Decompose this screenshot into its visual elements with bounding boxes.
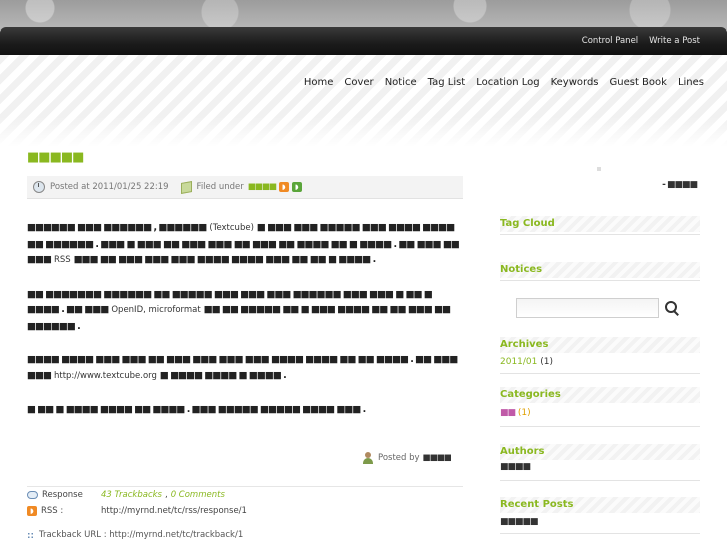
paragraph-text: RSS [53,255,71,265]
rss-row: ◗ RSS : http://myrnd.net/tc/rss/response… [27,503,463,519]
rss-icon: ◗ [27,506,37,516]
post-paragraph: ■■ ■■■■■■■ ■■■■■■ ■■ ■■■■■ ■■■ ■■■ ■■■ ■… [27,287,463,335]
rss-label: RSS : [41,506,64,516]
post-category-link[interactable]: ■■■■ [248,182,277,192]
archive-month[interactable]: 2011/01 [500,357,537,367]
author-item[interactable]: ■■■■ [500,462,531,472]
trackback-icon [27,531,34,539]
nav-notice[interactable]: Notice [385,77,417,88]
posted-at: Posted at 2011/01/25 22:19 [50,182,169,192]
clock-icon [33,181,45,193]
trackback-row: Trackback URL : http://myrnd.net/tc/trac… [27,527,463,543]
nav-keywords[interactable]: Keywords [551,77,599,88]
admin-bar: Control Panel Write a Post [0,27,727,55]
comments-link[interactable]: 0 Comments [171,490,225,500]
archives-heading: Archives [500,337,700,353]
nav-cover[interactable]: Cover [344,77,373,88]
filed-under-label: Filed under [196,182,244,192]
post-paragraph: ■■■■ ■■■■ ■■■ ■■■ ■■ ■■■ ■■■ ■■■ ■■■ ■■■… [27,352,463,384]
category-box-icon [180,180,192,194]
category-count: (1) [517,408,531,418]
divider [500,426,700,427]
nav-home[interactable]: Home [304,77,334,88]
author-icon [363,452,373,464]
paragraph-text: ■ ■■■■ ■■■■ ■ ■■■■ . [159,369,287,381]
control-panel-link[interactable]: Control Panel [582,36,638,46]
post-body: ■■■■■■ ■■■ ■■■■■■ , ■■■■■■ (Textcube) ■ … [27,220,463,436]
posted-by: Posted by ■■■■ [363,452,452,464]
sidebar-user[interactable]: - ■■■■ [662,180,698,190]
search-input[interactable] [516,298,659,318]
nav-guest-book[interactable]: Guest Book [610,77,667,88]
notices-heading: Notices [500,262,700,278]
divider [500,234,700,235]
sidebar-dot [597,167,601,171]
recent-post-item[interactable]: ■■■■■ [500,517,539,527]
paragraph-text: (Textcube) [209,223,254,233]
categories-heading: Categories [500,387,700,403]
separator: , [164,490,168,500]
speech-bubble-icon [27,491,38,499]
divider [500,280,700,281]
nav-location-log[interactable]: Location Log [476,77,539,88]
paragraph-text: ■■■■■■ ■■■ ■■■■■■ , ■■■■■■ [27,222,207,233]
paragraph-text: ■ ■■ ■ ■■■■ ■■■■ ■■ ■■■■ . ■■■ ■■■■■ ■■■… [27,404,366,415]
nav-lines[interactable]: Lines [678,77,704,88]
tag-cloud-heading: Tag Cloud [500,216,700,232]
post-meta: Posted at 2011/01/25 22:19 Filed under ■… [27,176,463,199]
divider [500,480,700,481]
trackbacks-link[interactable]: 43 Trackbacks [101,490,162,500]
rss-url[interactable]: http://myrnd.net/tc/rss/response/1 [101,506,247,516]
write-post-link[interactable]: Write a Post [649,36,700,46]
category-name[interactable]: ■■ [500,408,516,418]
admin-links: Control Panel Write a Post [582,36,700,46]
rss-feed-icon[interactable]: ◗ [278,182,289,192]
atom-feed-icon[interactable]: ◗ [291,182,302,192]
post-paragraph: ■■■■■■ ■■■ ■■■■■■ , ■■■■■■ (Textcube) ■ … [27,220,463,269]
paragraph-text: ■■■ ■■ ■■■ ■■■ ■■■ ■■■■ ■■■■ ■■■ ■■ ■■ ■… [73,254,376,265]
main-nav: Home Cover Notice Tag List Location Log … [304,77,704,88]
archive-count: (1) [540,357,554,367]
rss-label-wrap: ◗ RSS : [27,506,83,516]
paragraph-link[interactable]: http://www.textcube.org [54,371,157,381]
recent-post-title[interactable]: ■■■■■ [500,517,539,527]
paragraph-text: OpenID, microformat [111,305,201,315]
response-label-wrap: Response [27,490,83,500]
response-row: Response 43 Trackbacks , 0 Comments [27,487,463,503]
nav-tag-list[interactable]: Tag List [428,77,466,88]
author-name[interactable]: ■■■■ [500,462,531,472]
post-paragraph: ■ ■■ ■ ■■■■ ■■■■ ■■ ■■■■ . ■■■ ■■■■■ ■■■… [27,402,463,418]
divider [500,373,700,374]
trackback-url[interactable]: Trackback URL : http://myrnd.net/tc/trac… [39,530,243,540]
archive-item[interactable]: 2011/01 (1) [500,357,553,367]
search-icon[interactable] [664,300,680,316]
post-author[interactable]: ■■■■ [423,453,452,463]
response-label: Response [42,490,83,500]
category-item[interactable]: ■■ (1) [500,408,531,418]
header: Home Cover Notice Tag List Location Log … [0,55,727,147]
post-footer: Response 43 Trackbacks , 0 Comments ◗ RS… [27,486,463,543]
top-strip [0,0,727,30]
recent-posts-heading: Recent Posts [500,497,700,513]
posted-by-label: Posted by [378,453,420,463]
divider [500,533,700,534]
post-title[interactable]: ■■■■■ [27,150,84,165]
authors-heading: Authors [500,444,700,460]
